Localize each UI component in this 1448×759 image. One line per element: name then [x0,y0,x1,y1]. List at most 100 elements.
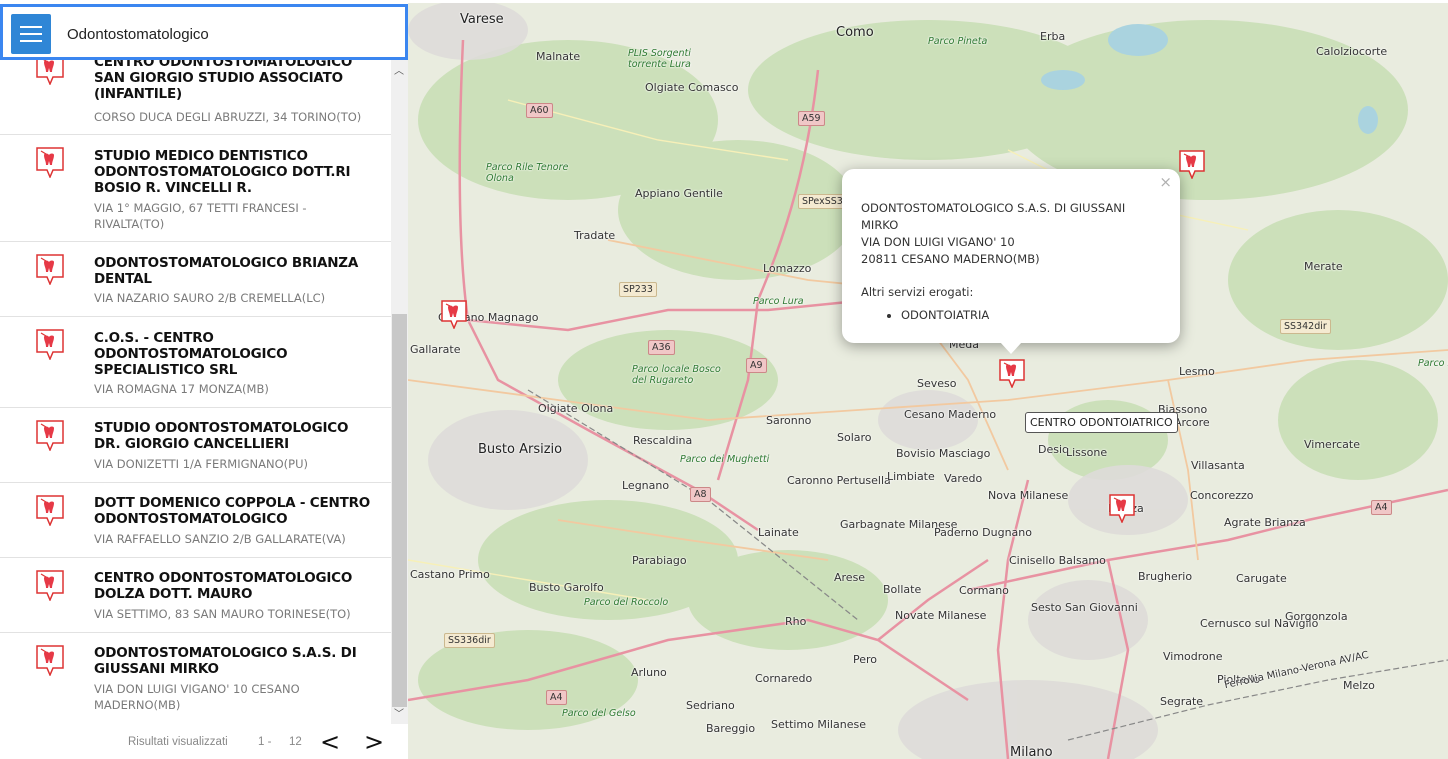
map-place-label: Milano [1010,745,1053,759]
dental-marker-icon [36,147,64,178]
map-park-label: Parco del Gelso [562,708,636,719]
map-place-label: Saronno [766,414,812,427]
map-place-label: Pero [853,653,878,666]
pagination-footer: Risultati visualizzati 1 - 12 < > [0,724,408,759]
map-park-label: Parco del Roccolo [584,597,669,608]
dental-marker-icon [36,60,64,85]
scroll-up-icon[interactable]: ︿ [394,67,404,77]
map-park-label: Parco Nord [1418,358,1448,369]
results-range-from: 1 - [258,736,272,748]
result-address: CORSO DUCA DEGLI ABRUZZI, 34 TORINO(TO) [94,110,362,124]
map-top-border [408,0,1448,3]
map-place-label: Concorezzo [1190,489,1254,502]
map-place-label: Bareggio [706,722,756,735]
dental-marker-icon[interactable] [1109,494,1135,523]
close-icon[interactable]: × [1159,173,1172,191]
dental-marker-icon [36,254,64,285]
menu-button[interactable] [11,14,51,54]
scrollbar-thumb[interactable] [392,314,407,707]
road-shield: A4 [546,690,567,705]
road-shield: A8 [690,487,711,502]
map-place-label: Limbiate [887,470,935,483]
result-address: VIA ROMAGNA 17 MONZA(MB) [94,382,269,396]
list-item[interactable]: ODONTOSTOMATOLOGICO S.A.S. DI GIUSSANI M… [0,633,391,724]
dental-marker-icon [36,420,64,451]
list-item[interactable]: CENTRO ODONTOSTOMATOLOGICO DOLZA DOTT. M… [0,558,391,633]
list-item[interactable]: STUDIO ODONTOSTOMATOLOGICO DR. GIORGIO C… [0,408,391,483]
map-place-label: Cesano Maderno [904,408,997,421]
popup-name-line2: MIRKO [861,218,899,232]
prev-page-button[interactable]: < [320,728,340,756]
popup-tip [1000,342,1022,354]
list-item[interactable]: ODONTOSTOMATOLOGICO BRIANZA DENTAL VIA N… [0,242,391,317]
map-place-label: Varese [460,12,504,27]
hamburger-icon [20,26,42,28]
result-address: VIA SETTIMO, 83 SAN MAURO TORINESE(TO) [94,607,351,621]
result-address: VIA DONIZETTI 1/A FERMIGNANO(PU) [94,457,308,471]
list-item[interactable]: C.O.S. - CENTRO ODONTOSTOMATOLOGICO SPEC… [0,317,391,408]
results-shown-label: Risultati visualizzati [128,736,228,748]
dental-marker-icon[interactable] [441,300,467,329]
map-place-label: Desio [1038,443,1069,456]
map-place-label: Merate [1304,260,1343,273]
map-place-label: Busto Arsizio [478,442,563,457]
map-place-label: Caronno Pertusella [787,474,891,487]
map-place-label: Paderno Dugnano [934,526,1032,539]
map-place-label: Arluno [631,666,667,679]
result-address: VIA NAZARIO SAURO 2/B CREMELLA(LC) [94,291,326,305]
dental-marker-icon[interactable] [1179,150,1205,179]
map-place-label: Varedo [944,472,983,485]
next-page-button[interactable]: > [364,728,384,756]
list-item[interactable]: DOTT DOMENICO COPPOLA - CENTRO ODONTOSTO… [0,483,391,558]
road-shield: A60 [526,103,553,118]
result-title: CENTRO ODONTOSTOMATOLOGICO SAN GIORGIO S… [94,60,353,102]
dental-marker-icon [36,645,64,676]
results-list[interactable]: CENTRO ODONTOSTOMATOLOGICO SAN GIORGIO S… [0,60,391,724]
map-place-label: Villasanta [1191,459,1245,472]
road-shield: SP233 [619,282,657,297]
map-place-label: Bovisio Masciago [896,447,991,460]
popup-services-label: Altri servizi erogati: [861,285,974,299]
map-place-label: Busto Garolfo [529,581,604,594]
map-place-label: Rescaldina [633,434,693,447]
search-input[interactable] [67,16,387,52]
map-place-label: Olgiate Comasco [645,81,739,94]
road-shield: A4 [1371,500,1392,515]
map-place-label: Parabiago [632,554,687,567]
list-item[interactable]: STUDIO MEDICO DENTISTICO ODONTOSTOMATOLO… [0,135,391,242]
scroll-down-icon[interactable]: ﹀ [394,710,404,720]
dental-marker-icon[interactable] [999,359,1025,388]
map-place-label: Tradate [574,229,616,242]
map-place-label: Solaro [837,431,872,444]
result-address: VIA RAFFAELLO SANZIO 2/B GALLARATE(VA) [94,532,346,546]
dental-marker-icon [36,329,64,360]
result-title: STUDIO MEDICO DENTISTICO ODONTOSTOMATOLO… [94,148,351,196]
map-place-label: Lissone [1066,446,1108,459]
info-popup: × ODONTOSTOMATOLOGICO S.A.S. DI GIUSSANI… [842,169,1180,343]
map-place-label: Cormano [959,584,1009,597]
result-title: ODONTOSTOMATOLOGICO S.A.S. DI GIUSSANI M… [94,645,357,677]
map-place-label: Settimo Milanese [771,718,866,731]
result-title: C.O.S. - CENTRO ODONTOSTOMATOLOGICO SPEC… [94,330,288,378]
result-title: DOTT DOMENICO COPPOLA - CENTRO ODONTOSTO… [94,495,371,527]
map-place-label: Castano Primo [410,568,490,581]
map-place-label: Bollate [883,583,922,596]
map-place-label: Como [836,25,874,40]
map-place-label: Erba [1040,30,1066,43]
map-place-label: Gallarate [410,343,461,356]
result-title: CENTRO ODONTOSTOMATOLOGICO DOLZA DOTT. M… [94,570,353,602]
search-bar [0,4,408,60]
marker-tooltip: CENTRO ODONTOIATRICO [1025,412,1178,433]
map-place-label: Novate Milanese [895,609,987,622]
map-place-label: Arese [834,571,866,584]
list-item[interactable]: CENTRO ODONTOSTOMATOLOGICO SAN GIORGIO S… [0,60,391,135]
popup-name-line1: ODONTOSTOMATOLOGICO S.A.S. DI GIUSSANI [861,201,1126,215]
map-place-label: Rho [785,615,807,628]
map-place-label: Seveso [917,377,957,390]
map-park-label: PLIS Sorgenti torrente Lura [628,48,691,70]
map-view[interactable]: Varese Como Erba Calolziocorte Malnate Olgiat… [408,0,1448,759]
result-address: VIA 1° MAGGIO, 67 TETTI FRANCESI - RIVAL… [94,201,307,231]
map-place-label: Carugate [1236,572,1287,585]
results-scrollbar[interactable]: ︿ ﹀ [391,60,408,724]
map-place-label: Sesto San Giovanni [1031,601,1138,614]
